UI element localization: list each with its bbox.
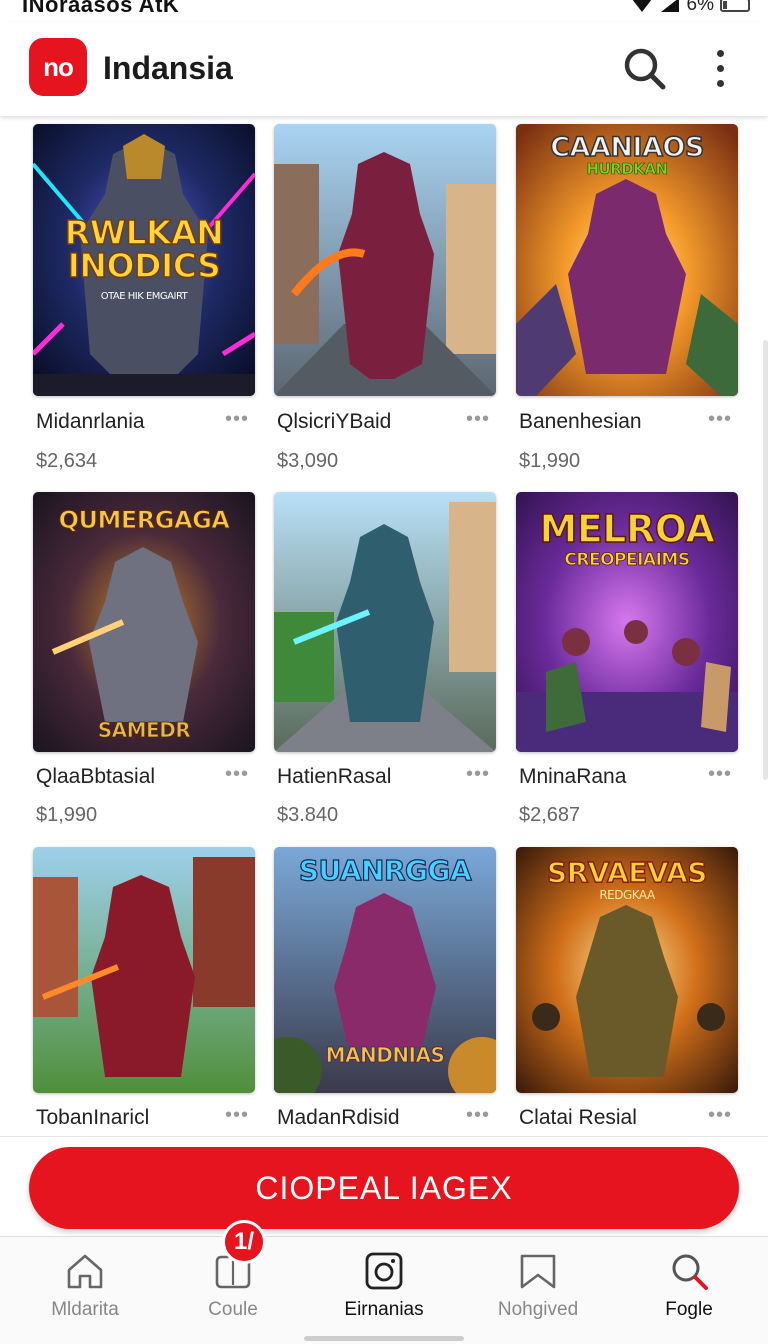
product-price: $3,090 bbox=[277, 450, 339, 472]
battery-icon bbox=[720, 0, 750, 12]
nav-label: Mldarita bbox=[51, 1299, 119, 1320]
product-name[interactable]: Clatai Resial bbox=[519, 1106, 637, 1130]
product-thumbnail[interactable] bbox=[274, 492, 496, 752]
search-icon bbox=[624, 48, 666, 90]
camera-icon bbox=[365, 1252, 403, 1290]
home-indicator[interactable] bbox=[304, 1336, 464, 1341]
card-more-button[interactable]: ••• bbox=[225, 763, 249, 786]
signal-icon bbox=[660, 0, 679, 12]
card-more-button[interactable]: ••• bbox=[225, 408, 249, 431]
thumbnail-title: RWLKAN INODICS bbox=[64, 213, 225, 285]
product-thumbnail[interactable]: SUANRGGA MANDNIAS bbox=[274, 847, 496, 1093]
cta-container: CIOPEAL IAGEX bbox=[0, 1136, 768, 1236]
nav-item-search[interactable]: Fogle bbox=[613, 1237, 765, 1344]
product-name[interactable]: Midanrlania bbox=[36, 410, 145, 434]
nav-label: Nohgived bbox=[497, 1299, 579, 1320]
product-card[interactable]: RWLKAN INODICS OTAE HIK EMGAIRT Midanrla… bbox=[33, 124, 255, 472]
product-grid: RWLKAN INODICS OTAE HIK EMGAIRT Midanrla… bbox=[0, 116, 768, 1136]
product-card[interactable]: TobanInaricl ••• bbox=[33, 847, 255, 1129]
thumbnail-subtitle: HURDKAN bbox=[586, 160, 668, 178]
card-more-button[interactable]: ••• bbox=[708, 408, 732, 431]
product-card[interactable]: QlsicriYBaid ••• $3,090 bbox=[274, 124, 496, 472]
status-icons: 6% bbox=[631, 0, 750, 16]
app-title: Indansia bbox=[103, 50, 233, 86]
thumbnail-title: QUMERGAGA bbox=[58, 506, 230, 534]
thumbnail-subtitle: OTAE HIK EMGAIRT bbox=[100, 291, 188, 302]
scrollbar[interactable] bbox=[763, 340, 768, 780]
wifi-icon bbox=[632, 0, 651, 12]
thumbnail-title: SRVAEVAS bbox=[546, 856, 708, 889]
card-more-button[interactable]: ••• bbox=[225, 1104, 249, 1127]
product-thumbnail[interactable]: SRVAEVAS REDGKAA bbox=[516, 847, 738, 1093]
thumbnail-title: SUANRGGA bbox=[298, 854, 472, 887]
app-bar: no Indansia bbox=[0, 22, 768, 116]
battery-percent: 6% bbox=[686, 0, 714, 15]
status-bar: INoraasos AtK 6% bbox=[0, 0, 768, 22]
thumbnail-title: MELROA bbox=[539, 507, 716, 551]
search-icon bbox=[672, 1254, 708, 1290]
thumbnail-subtitle: MANDNIAS bbox=[325, 1043, 445, 1067]
more-dot bbox=[716, 49, 724, 57]
thumbnail-subtitle: CREOPEIAIMS bbox=[564, 550, 690, 570]
nav-label: Eirnanias bbox=[344, 1299, 424, 1320]
bookmark-icon bbox=[520, 1254, 556, 1289]
more-dot bbox=[716, 79, 724, 87]
more-options-button[interactable] bbox=[704, 44, 736, 92]
product-thumbnail[interactable] bbox=[274, 124, 496, 396]
search-button[interactable] bbox=[620, 44, 668, 92]
thumbnail-title: CAANIAOS bbox=[549, 132, 705, 163]
nav-label: Fogle bbox=[665, 1299, 713, 1320]
product-name[interactable]: HatienRasal bbox=[277, 765, 391, 789]
product-name[interactable]: QlsicriYBaid bbox=[277, 410, 391, 434]
status-carrier: INoraasos AtK bbox=[22, 0, 180, 17]
bottom-navigation: Mldarita Coule Eirnanias Nohgived Fogle bbox=[0, 1236, 768, 1344]
product-name[interactable]: Banenhesian bbox=[519, 410, 642, 434]
notification-badge: 1/ bbox=[222, 1220, 266, 1264]
card-more-button[interactable]: ••• bbox=[466, 1104, 490, 1127]
product-name[interactable]: MninaRana bbox=[519, 765, 626, 789]
thumbnail-subtitle: REDGKAA bbox=[599, 888, 655, 902]
thumbnail-subtitle: SAMEDR bbox=[97, 718, 191, 742]
product-name[interactable]: MadanRdisid bbox=[277, 1106, 400, 1130]
card-more-button[interactable]: ••• bbox=[466, 763, 490, 786]
nav-label: Coule bbox=[208, 1299, 258, 1320]
product-price: $1,990 bbox=[36, 804, 98, 826]
product-thumbnail[interactable]: RWLKAN INODICS OTAE HIK EMGAIRT bbox=[33, 124, 255, 396]
product-name[interactable]: QlaaBbtasial bbox=[36, 765, 155, 789]
home-icon bbox=[67, 1254, 103, 1289]
card-more-button[interactable]: ••• bbox=[708, 763, 732, 786]
app-logo[interactable]: no bbox=[29, 38, 87, 96]
nav-item-camera[interactable]: Eirnanias bbox=[308, 1237, 460, 1344]
product-card[interactable]: HatienRasal ••• $3.840 bbox=[274, 492, 496, 826]
product-card[interactable]: MELROA CREOPEIAIMS MninaRana ••• $2,687 bbox=[516, 492, 738, 826]
card-more-button[interactable]: ••• bbox=[466, 408, 490, 431]
product-price: $1,990 bbox=[519, 450, 581, 472]
product-card[interactable]: QUMERGAGA SAMEDR QlaaBbtasial ••• $1,990 bbox=[33, 492, 255, 826]
product-price: $3.840 bbox=[277, 804, 339, 826]
product-card[interactable]: SUANRGGA MANDNIAS MadanRdisid ••• bbox=[274, 847, 496, 1129]
product-card[interactable]: SRVAEVAS REDGKAA Clatai Resial ••• bbox=[516, 847, 738, 1129]
product-price: $2,634 bbox=[36, 450, 98, 472]
more-dot bbox=[716, 64, 724, 72]
product-card[interactable]: CAANIAOS HURDKAN Banenhesian ••• $1,990 bbox=[516, 124, 738, 472]
product-name[interactable]: TobanInaricl bbox=[36, 1106, 149, 1130]
product-thumbnail[interactable]: QUMERGAGA SAMEDR bbox=[33, 492, 255, 752]
product-thumbnail[interactable]: CAANIAOS HURDKAN bbox=[516, 124, 738, 396]
product-thumbnail[interactable] bbox=[33, 847, 255, 1093]
card-more-button[interactable]: ••• bbox=[708, 1104, 732, 1127]
nav-item-home[interactable]: Mldarita bbox=[9, 1237, 161, 1344]
product-price: $2,687 bbox=[519, 804, 581, 826]
nav-item-bookmark[interactable]: Nohgived bbox=[462, 1237, 614, 1344]
primary-action-button[interactable]: CIOPEAL IAGEX bbox=[29, 1147, 739, 1229]
product-thumbnail[interactable]: MELROA CREOPEIAIMS bbox=[516, 492, 738, 752]
